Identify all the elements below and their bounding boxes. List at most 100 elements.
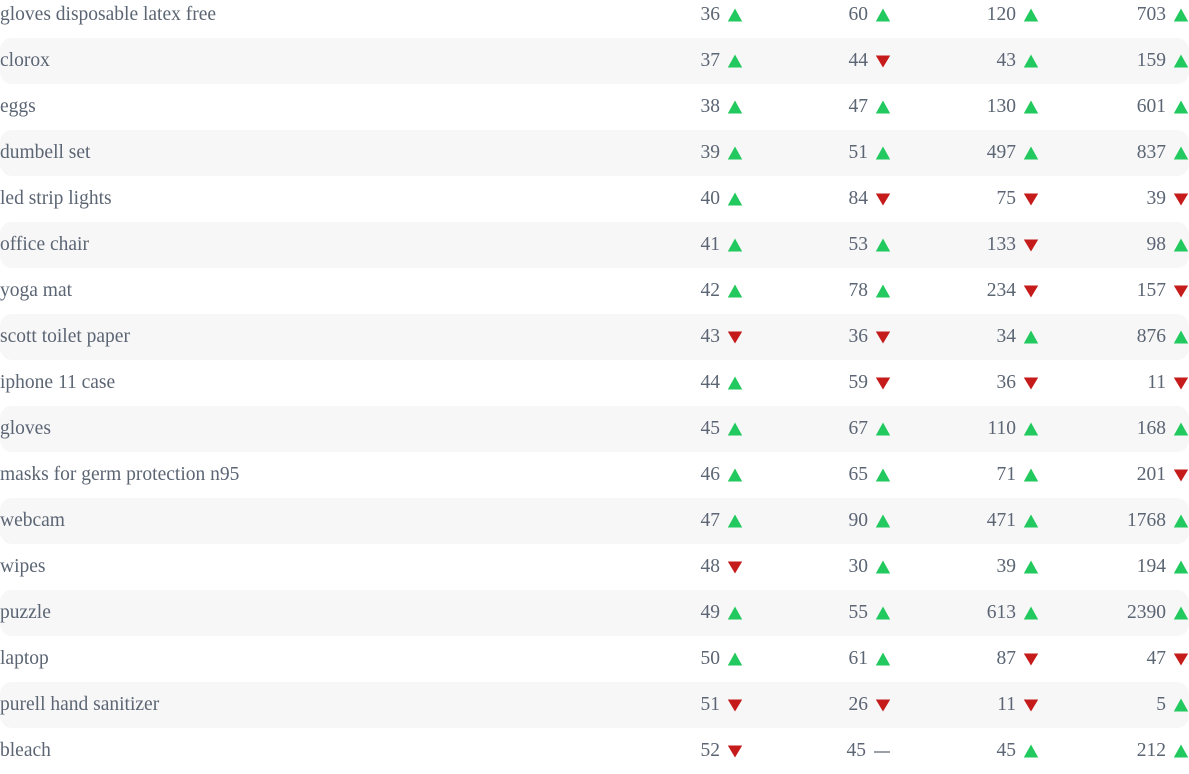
metric-cell-content: 43 — [701, 327, 744, 347]
metric-value: 11 — [997, 695, 1016, 715]
metric-cell-2: 78 — [743, 268, 891, 314]
search-term-cell: dumbell set — [0, 130, 595, 176]
metric-value: 36 — [997, 373, 1017, 393]
metric-value: 43 — [701, 327, 721, 347]
metric-cell-2: 59 — [743, 360, 891, 406]
table-row[interactable]: scott toilet paper433634876 — [0, 314, 1189, 360]
table-row[interactable]: bleach524545212 — [0, 728, 1189, 774]
triangle-up-icon — [875, 467, 891, 483]
metric-cell-content: 1768 — [1127, 511, 1189, 531]
metric-value: 471 — [987, 511, 1016, 531]
table-row[interactable]: dumbell set3951497837 — [0, 130, 1189, 176]
table-row[interactable]: laptop50618747 — [0, 636, 1189, 682]
table-row[interactable]: clorox374443159 — [0, 38, 1189, 84]
metric-cell-2: 67 — [743, 406, 891, 452]
triangle-up-icon — [727, 53, 743, 69]
triangle-up-icon — [727, 467, 743, 483]
triangle-up-icon — [1023, 53, 1039, 69]
triangle-up-icon — [875, 513, 891, 529]
metric-value: 42 — [701, 281, 721, 301]
metric-cell-content: 212 — [1137, 741, 1189, 761]
metric-cell-content: 67 — [849, 419, 892, 439]
metric-cell-1: 51 — [595, 682, 743, 728]
triangle-up-icon — [1173, 697, 1189, 713]
metric-value: 87 — [997, 649, 1017, 669]
table-row[interactable]: gloves4567110168 — [0, 406, 1189, 452]
triangle-down-icon — [727, 697, 743, 713]
table-row[interactable]: yoga mat4278234157 — [0, 268, 1189, 314]
metric-cell-content: 201 — [1137, 465, 1189, 485]
metric-value: 46 — [701, 465, 721, 485]
metric-value: 234 — [987, 281, 1016, 301]
table-row[interactable]: puzzle49556132390 — [0, 590, 1189, 636]
metric-cell-content: 98 — [1147, 235, 1189, 255]
metric-value: 59 — [849, 373, 869, 393]
metric-cell-content: 71 — [997, 465, 1040, 485]
metric-cell-content: 110 — [987, 419, 1039, 439]
metric-value: 78 — [849, 281, 869, 301]
metric-cell-4: 47 — [1039, 636, 1189, 682]
metric-cell-4: 5 — [1039, 682, 1189, 728]
search-term-cell: gloves disposable latex free — [0, 0, 595, 38]
metric-cell-1: 47 — [595, 498, 743, 544]
metric-cell-2: 60 — [743, 0, 891, 38]
table-row[interactable]: gloves disposable latex free3660120703 — [0, 0, 1189, 38]
triangle-up-icon — [727, 375, 743, 391]
triangle-up-icon — [727, 513, 743, 529]
metric-cell-content: 50 — [701, 649, 744, 669]
triangle-up-icon — [727, 283, 743, 299]
table-row[interactable]: led strip lights40847539 — [0, 176, 1189, 222]
search-term-cell: led strip lights — [0, 176, 595, 222]
table-row[interactable]: purell hand sanitizer5126115 — [0, 682, 1189, 728]
metric-cell-content: 34 — [997, 327, 1040, 347]
metric-cell-content: 65 — [849, 465, 892, 485]
table-row[interactable]: eggs3847130601 — [0, 84, 1189, 130]
triangle-down-icon — [875, 697, 891, 713]
table-row[interactable]: masks for germ protection n95466571201 — [0, 452, 1189, 498]
metric-cell-3: 234 — [891, 268, 1039, 314]
metric-value: 44 — [701, 373, 721, 393]
metric-cell-content: 39 — [701, 143, 744, 163]
metric-value: 38 — [701, 97, 721, 117]
metric-cell-2: 55 — [743, 590, 891, 636]
metric-value: 49 — [701, 603, 721, 623]
triangle-up-icon — [1023, 559, 1039, 575]
metric-cell-content: 44 — [849, 51, 892, 71]
metric-value: 110 — [987, 419, 1016, 439]
metric-value: 157 — [1137, 281, 1166, 301]
metric-cell-4: 2390 — [1039, 590, 1189, 636]
metric-cell-content: 38 — [701, 97, 744, 117]
table-row[interactable]: iphone 11 case44593611 — [0, 360, 1189, 406]
triangle-down-icon — [1023, 651, 1039, 667]
table-row[interactable]: office chair415313398 — [0, 222, 1189, 268]
triangle-up-icon — [1173, 7, 1189, 23]
triangle-up-icon — [727, 191, 743, 207]
metric-cell-2: 84 — [743, 176, 891, 222]
metric-cell-content: 837 — [1137, 143, 1189, 163]
metric-cell-content: 45 — [997, 741, 1040, 761]
triangle-down-icon — [727, 559, 743, 575]
search-term-cell: wipes — [0, 544, 595, 590]
metric-value: 2390 — [1127, 603, 1166, 623]
table-row[interactable]: wipes483039194 — [0, 544, 1189, 590]
metric-value: 39 — [1147, 189, 1167, 209]
triangle-up-icon — [875, 651, 891, 667]
metric-cell-1: 48 — [595, 544, 743, 590]
metric-value: 45 — [997, 741, 1017, 761]
metric-cell-content: 52 — [701, 741, 744, 761]
metric-cell-3: 11 — [891, 682, 1039, 728]
metric-value: 65 — [849, 465, 869, 485]
table-row[interactable]: webcam47904711768 — [0, 498, 1189, 544]
metric-value: 61 — [849, 649, 869, 669]
triangle-up-icon — [1173, 743, 1189, 759]
metric-value: 1768 — [1127, 511, 1166, 531]
triangle-down-icon — [727, 743, 743, 759]
metric-cell-content: 876 — [1137, 327, 1189, 347]
metric-cell-4: 11 — [1039, 360, 1189, 406]
metric-cell-content: 157 — [1137, 281, 1189, 301]
metric-cell-content: 168 — [1137, 419, 1189, 439]
metric-value: 47 — [701, 511, 721, 531]
metric-value: 130 — [987, 97, 1016, 117]
metric-cell-1: 49 — [595, 590, 743, 636]
metric-cell-content: 234 — [987, 281, 1039, 301]
